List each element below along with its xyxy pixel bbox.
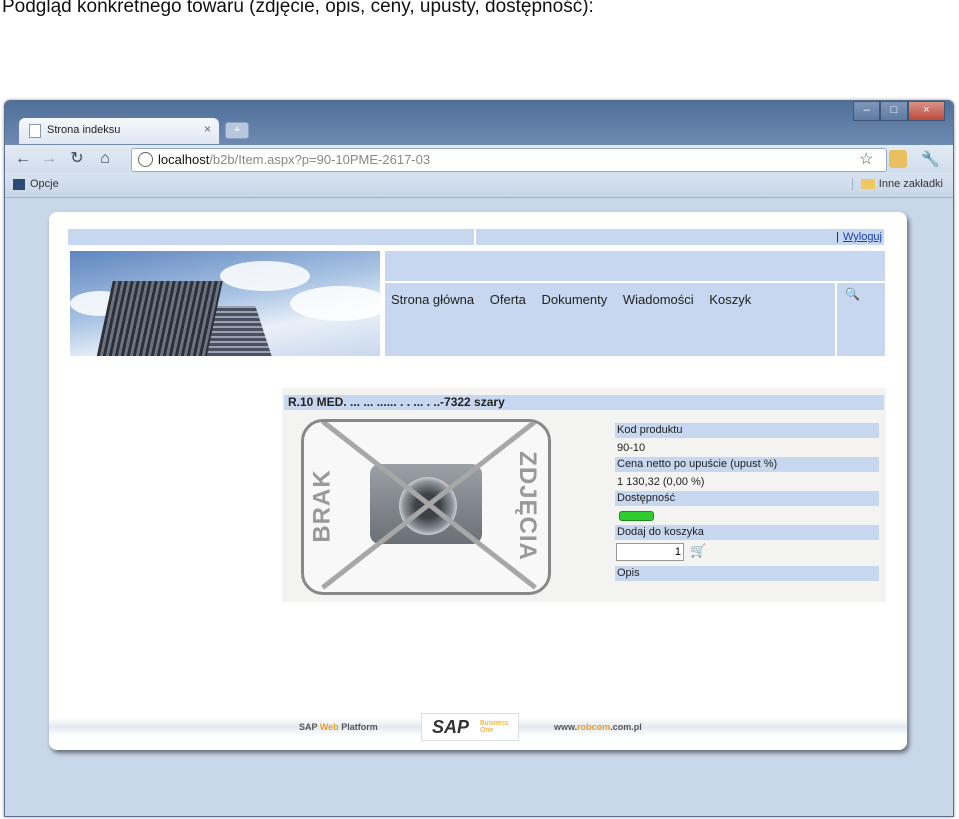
minimize-button[interactable]: – (853, 101, 881, 121)
sap-web-platform-logo: SAP Web Platform (299, 722, 378, 732)
browser-window: Strona indeksu × + – □ × ← → ↻ ⌂ localho… (4, 100, 954, 817)
price-label: Cena netto po upuście (upust %) (615, 457, 879, 472)
product-info: Kod produktu 90-10 Cena netto po upuście… (615, 423, 879, 583)
bookmarks-bar: Opcje Inne zakładki (5, 173, 953, 198)
folder-icon (860, 179, 875, 190)
menu-area: Strona główna Oferta Dokumenty Wiadomośc… (385, 251, 885, 356)
add-to-cart-label: Dodaj do koszyka (615, 525, 879, 540)
tab-title: Strona indeksu (47, 124, 121, 136)
menu-item-cart[interactable]: Koszyk (709, 292, 751, 307)
product-code: 90-10 (617, 442, 646, 454)
search-cell: 🔍 (835, 283, 885, 356)
description-label: Opis (615, 566, 879, 581)
menu-item-home[interactable]: Strona główna (391, 292, 474, 307)
page-caption: Podgląd konkretnego towaru (zdjęcie, opi… (2, 0, 594, 17)
top-bar: | Wyloguj (68, 229, 884, 245)
address-bar[interactable]: localhost/b2b/Item.aspx?p=90-10PME-2617-… (131, 148, 887, 172)
availability-label: Dostępność (615, 491, 879, 506)
menu-item-documents[interactable]: Dokumenty (542, 292, 608, 307)
logout-area: | Wyloguj (836, 231, 882, 243)
bookmark-star-icon[interactable]: ☆ (859, 149, 873, 169)
page-viewport: | Wyloguj Strona główna Oferta Dokumenty … (5, 198, 953, 816)
browser-toolbar: ← → ↻ ⌂ localhost/b2b/Item.aspx?p=90-10P… (5, 145, 953, 173)
product-code-label: Kod produktu (615, 423, 879, 438)
no-photo-image: BRAK ZDJĘCIA (301, 419, 551, 595)
website-link[interactable]: www.robcom.com.pl (554, 722, 642, 732)
options-icon (13, 178, 25, 190)
wrench-icon[interactable]: 🔧 (921, 150, 940, 168)
reload-icon[interactable]: ↻ (67, 149, 87, 169)
maximize-button[interactable]: □ (880, 101, 908, 121)
menu-item-messages[interactable]: Wiadomości (623, 292, 694, 307)
main-menu: Strona główna Oferta Dokumenty Wiadomośc… (391, 292, 763, 307)
close-window-button[interactable]: × (907, 101, 945, 121)
product-panel: R.10 MED. ... ... ...... . . ... . ..-73… (282, 388, 886, 602)
quantity-input[interactable] (616, 543, 684, 561)
banner-image (70, 251, 380, 356)
availability-indicator (619, 511, 654, 521)
extension-icon[interactable] (889, 150, 907, 168)
home-icon[interactable]: ⌂ (95, 149, 115, 169)
page-icon (29, 124, 41, 138)
no-photo-label-left: BRAK (308, 469, 336, 543)
close-tab-icon[interactable]: × (204, 122, 211, 136)
search-icon[interactable]: 🔍 (845, 287, 860, 301)
logout-link[interactable]: Wyloguj (843, 231, 882, 243)
product-title: R.10 MED. ... ... ...... . . ... . ..-73… (284, 395, 884, 410)
window-controls: – □ × (853, 101, 945, 121)
bookmark-opcje[interactable]: Opcje (13, 178, 59, 190)
globe-icon (138, 152, 153, 167)
browser-tab[interactable]: Strona indeksu × (19, 118, 219, 144)
bookmark-other[interactable]: Inne zakładki (851, 178, 943, 190)
back-arrow-icon[interactable]: ← (13, 149, 33, 169)
forward-arrow-icon[interactable]: → (39, 149, 59, 169)
title-bar: Strona indeksu × + – □ × (5, 101, 953, 145)
web-page: | Wyloguj Strona główna Oferta Dokumenty … (49, 212, 907, 750)
url-text: localhost/b2b/Item.aspx?p=90-10PME-2617-… (158, 152, 431, 167)
price-value: 1 130,32 (0,00 %) (617, 476, 705, 488)
menu-item-offer[interactable]: Oferta (490, 292, 526, 307)
footer: SAP Web Platform SAP Business One www.ro… (49, 708, 907, 744)
no-photo-label-right: ZDJĘCIA (513, 451, 541, 561)
add-to-cart-icon[interactable]: 🛒 (690, 543, 706, 559)
sap-logo: SAP Business One (421, 713, 519, 741)
new-tab-button[interactable]: + (225, 122, 249, 139)
